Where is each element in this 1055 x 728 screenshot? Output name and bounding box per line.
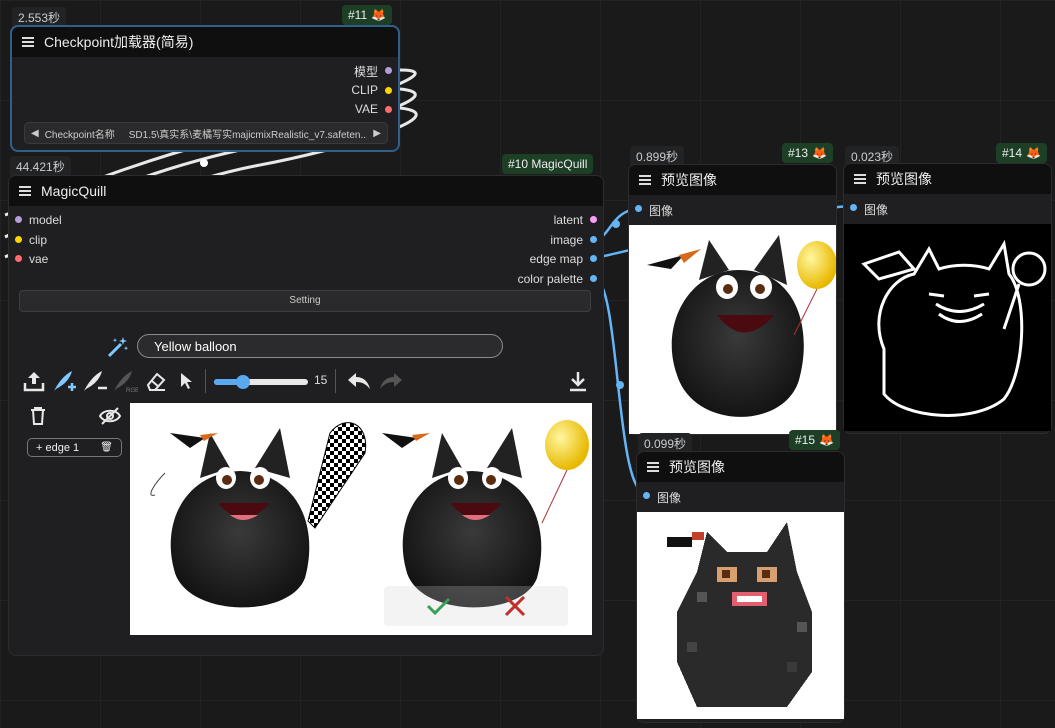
magic-wand-icon[interactable] (105, 334, 131, 360)
input-vae-dot[interactable] (15, 255, 22, 262)
trash-icon[interactable]: 🗑 (100, 442, 113, 453)
fox-icon: 🦊 (819, 433, 834, 447)
ckpt-value: SD1.5\真实系\麦橘写实majicmixRealistic_v7.safet… (128, 129, 368, 141)
original-cat (150, 422, 367, 608)
input-image-label: 图像 (649, 204, 674, 218)
node11-id: #11 (348, 8, 368, 22)
ckpt-label: Checkpoint名称 (44, 129, 115, 141)
output-image-label: image (550, 233, 583, 247)
magicquill-node[interactable]: MagicQuill model clip vae latent image e… (8, 175, 604, 656)
fox-icon: 🦊 (371, 8, 387, 22)
rgb-brush-icon[interactable]: RGB (111, 368, 139, 394)
node15-id: #15 (795, 433, 816, 447)
input-image-dot[interactable] (643, 492, 650, 499)
menu-icon[interactable] (854, 174, 866, 184)
input-model-dot[interactable] (15, 216, 22, 223)
accept-check-icon[interactable] (423, 591, 453, 621)
node11-badge: #11 🦊 (342, 5, 393, 25)
output-color-palette-dot[interactable] (590, 275, 597, 282)
input-model-label: model (29, 213, 62, 227)
input-image-label: 图像 (864, 203, 889, 217)
toolbar-divider-2 (335, 369, 336, 393)
undo-icon[interactable] (345, 368, 373, 394)
combo-prev-arrow[interactable]: ◀ (31, 128, 39, 139)
toolbar-divider (205, 369, 206, 393)
output-model-label: 模型 (353, 65, 378, 79)
reject-x-icon[interactable] (500, 591, 530, 621)
output-clip-label: CLIP (351, 83, 378, 97)
output-vae-label: VAE (354, 102, 378, 116)
preview-image-13 (629, 225, 836, 434)
upload-icon[interactable] (21, 368, 47, 394)
output-model-dot[interactable] (385, 67, 392, 74)
output-edge-map-dot[interactable] (590, 255, 597, 262)
node13-title: 预览图像 (661, 172, 717, 188)
trash-icon[interactable] (27, 404, 49, 428)
output-vae-dot[interactable] (385, 106, 392, 113)
preview-image-node-13[interactable]: 预览图像 图像 (628, 164, 837, 435)
edge-layer-label: + edge 1 (36, 441, 80, 454)
output-image-dot[interactable] (590, 236, 597, 243)
node11-header[interactable]: Checkpoint加载器(简易) (12, 27, 398, 57)
output-clip-dot[interactable] (385, 87, 392, 94)
brush-add-icon[interactable] (51, 368, 79, 394)
menu-icon[interactable] (22, 37, 34, 47)
node14-id: #14 (1002, 146, 1023, 160)
node10-timing: 44.421秒 (10, 156, 71, 177)
download-icon[interactable] (565, 368, 591, 394)
input-vae-label: vae (29, 252, 49, 266)
output-latent-label: latent (553, 213, 583, 227)
preview-image-node-15[interactable]: 预览图像 图像 (636, 451, 845, 723)
node14-header[interactable]: 预览图像 (844, 164, 1051, 194)
brush-subtract-icon[interactable] (81, 368, 109, 394)
node10-title: MagicQuill (41, 183, 107, 199)
ckpt-combo[interactable]: ◀ Checkpoint名称 SD1.5\真实系\麦橘写实majicmixRea… (24, 122, 388, 144)
eraser-icon[interactable] (143, 368, 169, 394)
output-edge-map-label: edge map (529, 252, 583, 266)
output-color-palette-label: color palette (517, 272, 583, 286)
node14-badge: #14 🦊 (996, 143, 1047, 163)
input-image-dot[interactable] (635, 205, 642, 212)
cursor-icon[interactable] (175, 368, 199, 394)
preview-image-15 (637, 512, 844, 719)
checkpoint-loader-node[interactable]: Checkpoint加载器(简易) 模型 CLIP VAE ◀ Checkpoi… (10, 25, 400, 152)
fox-icon: 🦊 (1026, 146, 1041, 160)
brush-size-value: 15 (314, 373, 328, 387)
node15-header[interactable]: 预览图像 (637, 452, 844, 482)
input-image-label: 图像 (657, 491, 682, 505)
node15-title: 预览图像 (669, 459, 725, 475)
redo-icon[interactable] (377, 368, 405, 394)
menu-icon[interactable] (647, 462, 659, 472)
result-cat (382, 420, 589, 608)
node15-badge: #15 🦊 (789, 430, 840, 450)
input-image-dot[interactable] (850, 204, 857, 211)
preview-image-node-14[interactable]: 预览图像 图像 (843, 163, 1052, 434)
node10-badge: #10 MagicQuill (502, 154, 594, 174)
prompt-input[interactable] (137, 334, 503, 358)
input-clip-label: clip (29, 233, 48, 247)
brush-size-thumb[interactable] (236, 375, 250, 389)
node13-header[interactable]: 预览图像 (629, 165, 836, 195)
node10-header[interactable]: MagicQuill (9, 176, 603, 206)
edge-layer-item[interactable]: + edge 1 🗑 (27, 438, 122, 457)
node11-title: Checkpoint加载器(简易) (44, 34, 194, 50)
fox-icon: 🦊 (812, 146, 827, 160)
eye-off-icon[interactable] (97, 404, 123, 428)
combo-next-arrow[interactable]: ▶ (373, 128, 381, 139)
menu-icon[interactable] (639, 175, 651, 185)
brush-size-slider[interactable] (214, 375, 308, 389)
edit-canvas[interactable] (130, 403, 592, 635)
setting-button[interactable]: Setting (19, 290, 591, 312)
node14-title: 预览图像 (876, 171, 932, 187)
svg-text:RGB: RGB (126, 388, 138, 393)
node13-badge: #13 🦊 (782, 143, 833, 163)
preview-image-14 (844, 224, 1051, 431)
node13-id: #13 (788, 146, 809, 160)
output-latent-dot[interactable] (590, 216, 597, 223)
input-clip-dot[interactable] (15, 236, 22, 243)
menu-icon[interactable] (19, 186, 31, 196)
